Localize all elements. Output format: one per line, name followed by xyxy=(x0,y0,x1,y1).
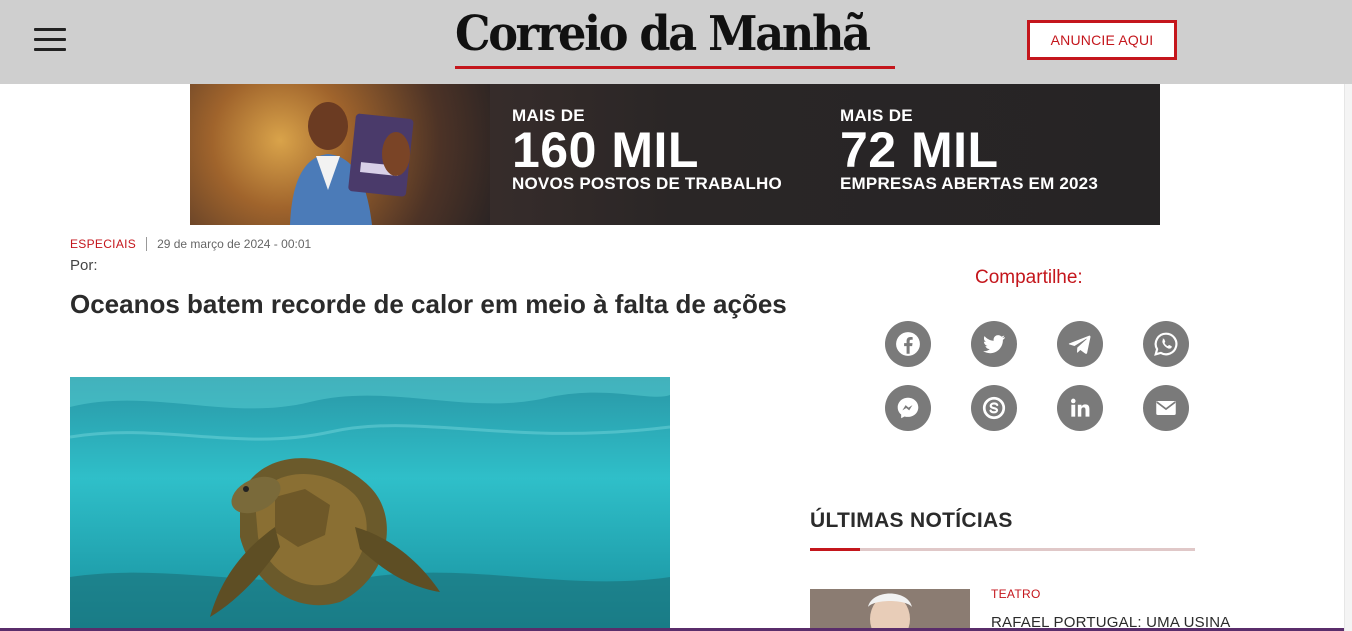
news-item-thumbnail[interactable] xyxy=(810,589,970,631)
article-hero-image xyxy=(70,377,670,631)
latest-news-rule-accent xyxy=(810,548,860,551)
share-twitter-button[interactable] xyxy=(971,321,1017,367)
article-headline: Oceanos batem recorde de calor em meio à… xyxy=(70,289,787,319)
banner-stat-left: MAIS DE 160 MIL NOVOS POSTOS DE TRABALHO xyxy=(512,106,782,194)
menu-icon[interactable] xyxy=(34,28,66,52)
banner-person-illustration xyxy=(290,102,414,225)
share-title: Compartilhe: xyxy=(975,267,1083,288)
logo-underline xyxy=(455,66,895,69)
article-date: 29 de março de 2024 - 00:01 xyxy=(157,237,312,251)
advertise-button[interactable]: ANUNCIE AQUI xyxy=(1027,20,1177,60)
share-skype-button[interactable] xyxy=(971,385,1017,431)
meta-separator xyxy=(146,237,148,251)
top-header: Correio da Manhã ANUNCIE AQUI xyxy=(0,0,1352,84)
email-icon xyxy=(1156,400,1176,416)
whatsapp-icon xyxy=(1154,332,1178,356)
share-messenger-button[interactable] xyxy=(885,385,931,431)
article-meta: ESPECIAIS 29 de março de 2024 - 00:01 xyxy=(70,237,311,251)
banner-left-big: 160 MIL xyxy=(512,122,699,178)
latest-news-title: ÚLTIMAS NOTÍCIAS xyxy=(810,509,1013,532)
telegram-icon xyxy=(1068,335,1091,354)
sea-turtle-image xyxy=(70,377,670,631)
banner-left-sub: NOVOS POSTOS DE TRABALHO xyxy=(512,174,782,193)
linkedin-icon xyxy=(1071,398,1090,417)
ad-banner[interactable]: MAIS DE 160 MIL NOVOS POSTOS DE TRABALHO… xyxy=(190,84,1160,225)
news-item-category[interactable]: TEATRO xyxy=(991,587,1041,601)
share-email-button[interactable] xyxy=(1143,385,1189,431)
messenger-icon xyxy=(897,397,919,419)
page-scrollbar[interactable] xyxy=(1344,84,1352,631)
share-telegram-button[interactable] xyxy=(1057,321,1103,367)
skype-icon xyxy=(982,396,1006,420)
site-logo[interactable]: Correio da Manhã xyxy=(455,4,895,72)
banner-right-sub: EMPRESAS ABERTAS EM 2023 xyxy=(840,174,1098,193)
article-category[interactable]: ESPECIAIS xyxy=(70,237,136,251)
facebook-icon xyxy=(896,332,920,356)
share-facebook-button[interactable] xyxy=(885,321,931,367)
latest-news-rule xyxy=(810,548,1195,551)
logo-text: Correio da Manhã xyxy=(455,6,871,62)
banner-right-big: 72 MIL xyxy=(840,122,999,178)
banner-stat-right: MAIS DE 72 MIL EMPRESAS ABERTAS EM 2023 xyxy=(840,106,1098,194)
twitter-icon xyxy=(983,335,1006,354)
share-linkedin-button[interactable] xyxy=(1057,385,1103,431)
news-thumbnail-photo xyxy=(810,589,970,631)
share-whatsapp-button[interactable] xyxy=(1143,321,1189,367)
article-byline: Por: xyxy=(70,257,98,274)
